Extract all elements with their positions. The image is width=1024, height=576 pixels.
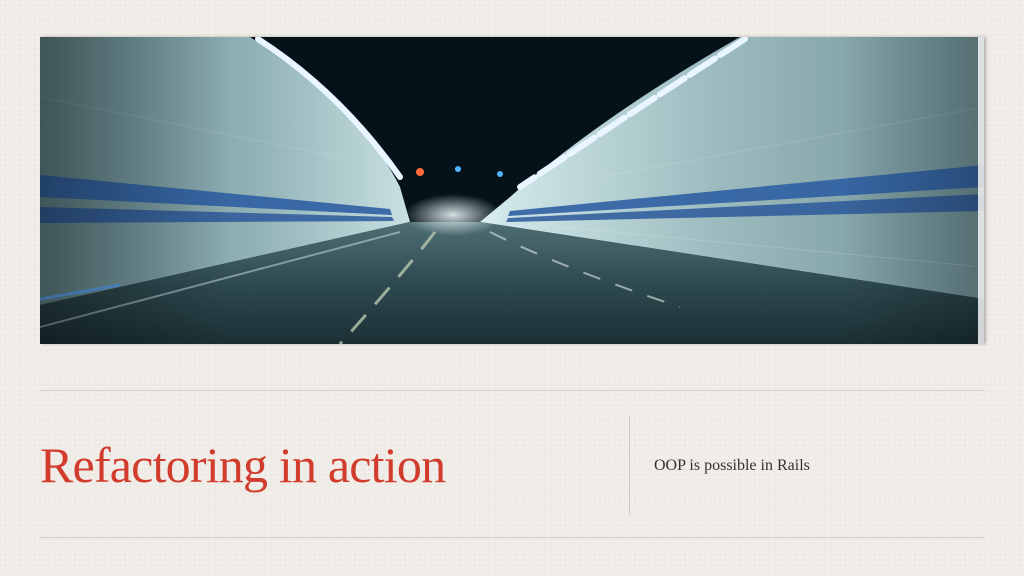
bottom-rule xyxy=(40,537,984,538)
vertical-divider xyxy=(629,416,630,514)
slide-subtitle: OOP is possible in Rails xyxy=(654,457,810,474)
slide-title: Refactoring in action xyxy=(40,437,446,493)
slide: Refactoring in action OOP is possible in… xyxy=(0,0,1024,576)
tunnel-photo xyxy=(40,37,984,344)
top-rule xyxy=(40,390,984,391)
tunnel-illustration xyxy=(40,37,984,344)
